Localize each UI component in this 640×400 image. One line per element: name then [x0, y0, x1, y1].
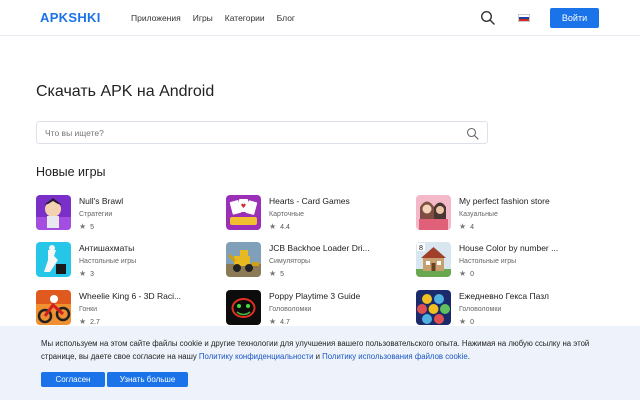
game-category: Настольные игры: [459, 258, 517, 265]
game-name[interactable]: Ежедневно Гекса Пазл: [459, 291, 549, 301]
game-icon: [416, 290, 451, 325]
game-category: Казуальные: [459, 211, 498, 218]
game-icon: [226, 242, 261, 277]
game-card[interactable]: ♥ Hearts - Card Games Карточные ★ 4.4: [226, 195, 406, 235]
game-name[interactable]: Wheelie King 6 - 3D Raci...: [79, 291, 181, 301]
game-category: Карточные: [269, 211, 305, 218]
cookie-learn-more-button[interactable]: Узнать больше: [107, 372, 188, 387]
game-category: Головоломки: [269, 306, 312, 313]
game-name[interactable]: JCB Backhoe Loader Dri...: [269, 243, 370, 253]
game-icon: [36, 195, 71, 230]
game-category: Стратегии: [79, 211, 113, 218]
search-field[interactable]: [36, 121, 488, 144]
game-card[interactable]: Poppy Playtime 3 Guide Головоломки ★ 4.7: [226, 290, 406, 330]
cookie-agree-button[interactable]: Согласен: [41, 372, 105, 387]
cookie-text: Мы используем на этом сайте файлы cookie…: [41, 339, 590, 361]
game-icon: [36, 242, 71, 277]
site-logo[interactable]: APKSHKI: [40, 10, 101, 25]
cookie-policy-link[interactable]: Политику использования файлов cookie: [322, 352, 468, 361]
game-icon: [226, 290, 261, 325]
game-rating: ★ 4.4: [269, 222, 290, 231]
game-icon: ♥: [226, 195, 261, 230]
star-icon: ★: [79, 317, 87, 326]
game-rating: ★ 0: [459, 317, 475, 326]
game-rating: ★ 4: [459, 222, 475, 231]
game-name[interactable]: My perfect fashion store: [459, 196, 550, 206]
game-name[interactable]: Hearts - Card Games: [269, 196, 350, 206]
star-icon: ★: [459, 317, 467, 326]
star-icon: ★: [79, 269, 87, 278]
game-rating: ★ 4.7: [269, 317, 290, 326]
game-name[interactable]: Антишахматы: [79, 243, 134, 253]
game-icon: 8: [416, 242, 451, 277]
nav-apps[interactable]: Приложения: [131, 13, 181, 23]
star-icon: ★: [79, 222, 87, 231]
game-card[interactable]: Null's Brawl Стратегии ★ 5: [36, 195, 216, 235]
page-title: Скачать APK на Android: [36, 83, 215, 100]
star-icon: ★: [459, 222, 467, 231]
game-category: Головоломки: [459, 306, 502, 313]
nav-blog[interactable]: Блог: [277, 13, 295, 23]
search-icon[interactable]: [480, 10, 496, 26]
game-card[interactable]: My perfect fashion store Казуальные ★ 4: [416, 195, 596, 235]
game-rating: ★ 5: [269, 269, 285, 278]
game-name[interactable]: Poppy Playtime 3 Guide: [269, 291, 360, 301]
game-rating: ★ 3: [79, 269, 95, 278]
search-input[interactable]: [45, 126, 445, 140]
game-icon: [416, 195, 451, 230]
star-icon: ★: [459, 269, 467, 278]
site-header: APKSHKI Приложения Игры Категории Блог В…: [0, 0, 640, 36]
game-name[interactable]: House Color by number ...: [459, 243, 558, 253]
svg-text:8: 8: [419, 244, 423, 252]
game-card[interactable]: Антишахматы Настольные игры ★ 3: [36, 242, 216, 282]
nav-games[interactable]: Игры: [193, 13, 213, 23]
game-category: Симуляторы: [269, 258, 311, 265]
game-name[interactable]: Null's Brawl: [79, 196, 123, 206]
game-card[interactable]: JCB Backhoe Loader Dri... Симуляторы ★ 5: [226, 242, 406, 282]
login-button[interactable]: Войти: [550, 8, 599, 28]
svg-text:♥: ♥: [241, 203, 246, 210]
search-icon[interactable]: [466, 127, 479, 140]
star-icon: ★: [269, 222, 277, 231]
game-category: Гонки: [79, 306, 98, 313]
cookie-banner: Мы используем на этом сайте файлы cookie…: [0, 326, 640, 400]
language-flag-icon[interactable]: [518, 14, 530, 22]
star-icon: ★: [269, 269, 277, 278]
game-card[interactable]: 8 House Color by number ... Настольные и…: [416, 242, 596, 282]
game-rating: ★ 5: [79, 222, 95, 231]
game-card[interactable]: Ежедневно Гекса Пазл Головоломки ★ 0: [416, 290, 596, 330]
game-category: Настольные игры: [79, 258, 137, 265]
star-icon: ★: [269, 317, 277, 326]
game-rating: ★ 0: [459, 269, 475, 278]
section-title: Новые игры: [36, 165, 106, 179]
game-icon: [36, 290, 71, 325]
nav-categories[interactable]: Категории: [225, 13, 265, 23]
game-rating: ★ 2.7: [79, 317, 100, 326]
game-card[interactable]: Wheelie King 6 - 3D Raci... Гонки ★ 2.7: [36, 290, 216, 330]
privacy-policy-link[interactable]: Политику конфиденциальности: [199, 352, 314, 361]
main-nav: Приложения Игры Категории Блог: [131, 13, 307, 23]
